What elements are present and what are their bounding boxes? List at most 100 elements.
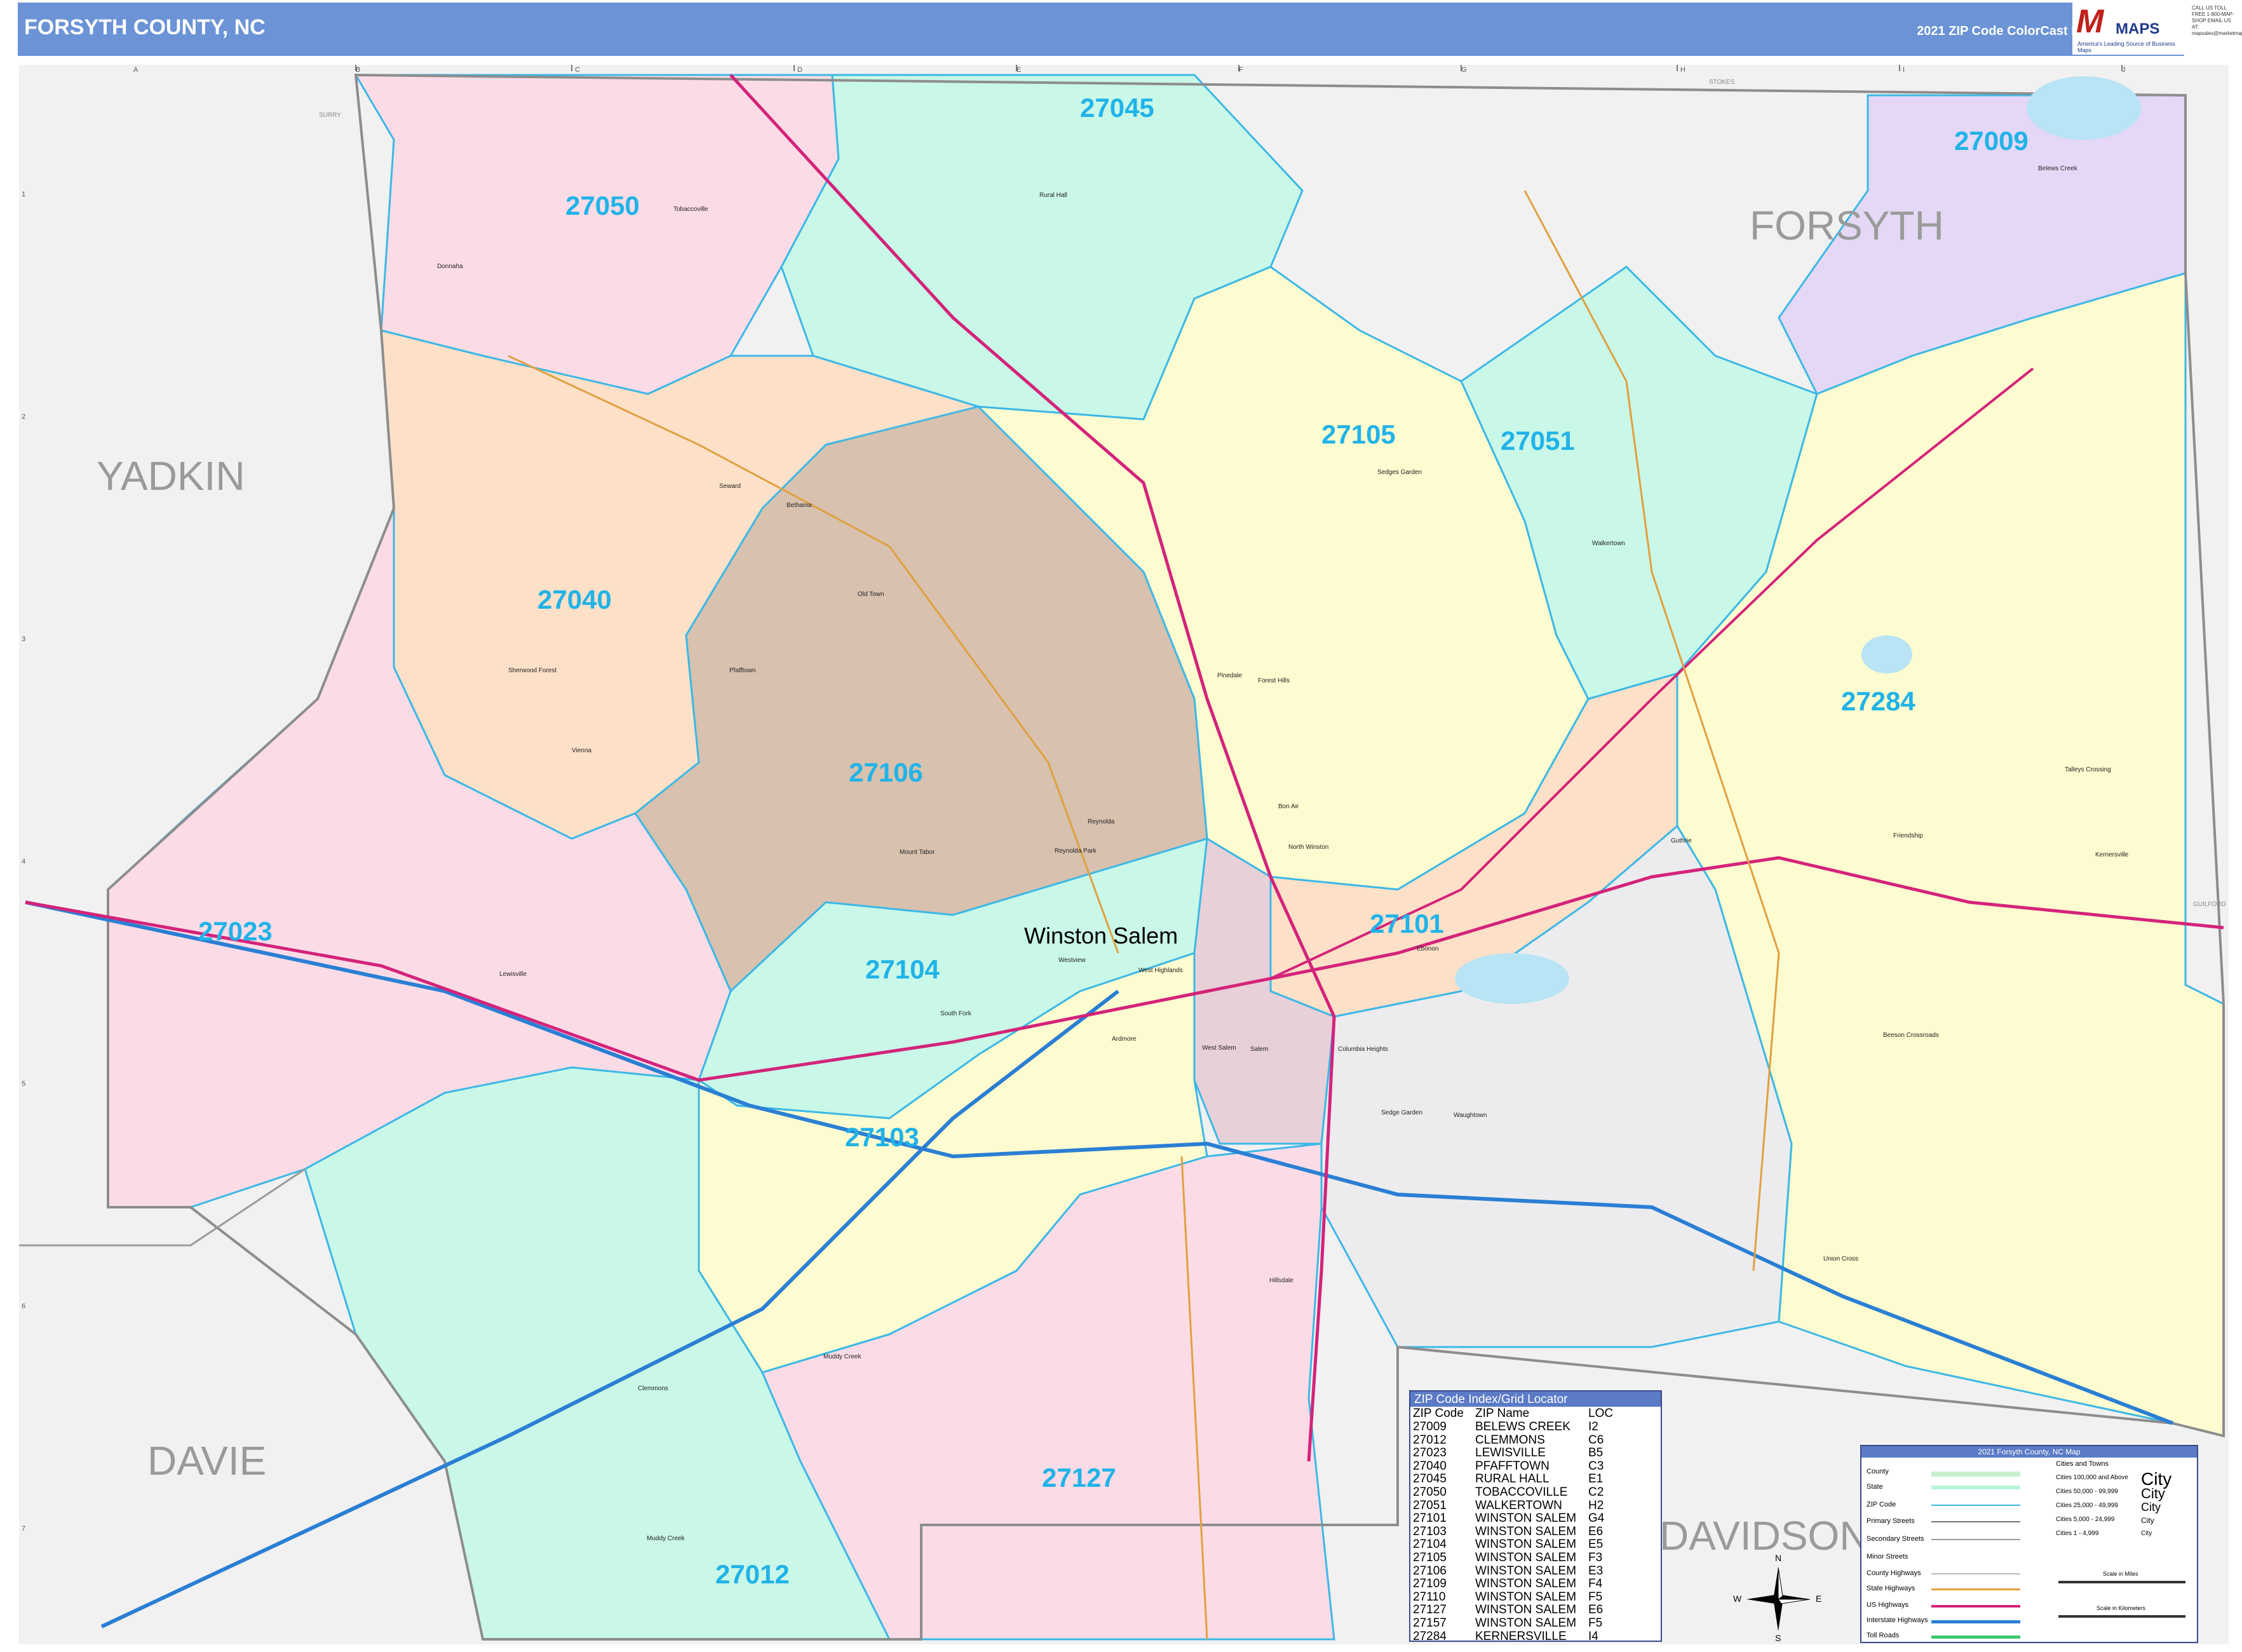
legend-item-secondary: Secondary Streets xyxy=(1867,1535,1924,1543)
place-label: Kernersville xyxy=(2095,851,2129,858)
grid-row-label: 4 xyxy=(22,858,26,865)
index-name: CLEMMONS xyxy=(1475,1433,1545,1447)
index-row: 27104 WINSTON SALEM E5 xyxy=(1410,1538,1661,1552)
index-zip: 27009 xyxy=(1413,1420,1447,1433)
index-name: BELEWS CREEK xyxy=(1475,1420,1570,1433)
place-label: Union Cross xyxy=(1823,1256,1859,1263)
legend-item-primary: Primary Streets xyxy=(1867,1517,1915,1525)
index-zip: 27106 xyxy=(1413,1564,1447,1578)
index-zip: 27109 xyxy=(1413,1577,1447,1591)
place-label: Donnaha xyxy=(437,263,463,270)
place-label: Walkertown xyxy=(1592,540,1625,547)
compass-e: E xyxy=(1816,1594,1822,1604)
place-label: Beeson Crossroads xyxy=(1883,1032,1939,1039)
place-label: Ebonon xyxy=(1417,945,1439,952)
index-row: 27050 TOBACCOVILLE C2 xyxy=(1410,1486,1661,1500)
grid-row-label: 7 xyxy=(22,1525,26,1533)
index-loc: C3 xyxy=(1588,1459,1604,1473)
lake-salem xyxy=(1455,953,1569,1004)
index-name: RURAL HALL xyxy=(1475,1472,1550,1486)
zip-index-table: ZIP Code Index/Grid Locator ZIP Code ZIP… xyxy=(1409,1390,1662,1642)
legend-line-interstate xyxy=(1931,1620,2020,1623)
index-zip: 27157 xyxy=(1413,1616,1447,1630)
county-label-guilford: GUILFORD xyxy=(2193,901,2226,908)
index-zip: 27103 xyxy=(1413,1524,1447,1538)
index-name: LEWISVILLE xyxy=(1475,1446,1546,1460)
grid-row-label: 5 xyxy=(22,1080,26,1088)
legend-scale-bar-miles xyxy=(2058,1581,2185,1583)
grid-col-label: B xyxy=(356,66,361,74)
index-loc: E6 xyxy=(1588,1603,1604,1617)
index-name: WINSTON SALEM xyxy=(1475,1603,1577,1617)
place-label: Lewisville xyxy=(499,971,527,978)
zip-label-27105: 27105 xyxy=(1321,419,1396,449)
grid-row-label: 6 xyxy=(22,1303,26,1310)
index-loc: C2 xyxy=(1588,1485,1604,1499)
index-name: WINSTON SALEM xyxy=(1475,1577,1577,1591)
legend-line-secondary xyxy=(1931,1539,2020,1540)
legend-tier-5: Cities 1 - 4,999 xyxy=(2056,1530,2099,1537)
index-row: 27023 LEWISVILLE B5 xyxy=(1410,1447,1661,1460)
index-name: TOBACCOVILLE xyxy=(1475,1485,1568,1499)
map-legend: 2021 Forsyth County, NC Map Cities and T… xyxy=(1860,1445,2198,1643)
place-label: Sherwood Forest xyxy=(508,667,557,674)
zip-label-27101: 27101 xyxy=(1370,909,1444,938)
place-label: Clemmons xyxy=(638,1385,668,1392)
place-label: Bethania xyxy=(787,502,812,509)
place-label: North Winston xyxy=(1288,844,1329,851)
legend-tier-3: Cities 25,000 - 49,999 xyxy=(2056,1502,2118,1509)
index-zip: 27105 xyxy=(1413,1550,1447,1564)
index-header-row: ZIP Code ZIP Name LOC xyxy=(1410,1407,1661,1421)
index-zip: 27012 xyxy=(1413,1433,1447,1447)
lake-belews xyxy=(2027,76,2141,140)
place-label: West Highlands xyxy=(1138,967,1183,974)
legend-item-minor: Minor Streets xyxy=(1867,1553,1908,1561)
index-name: WINSTON SALEM xyxy=(1475,1524,1577,1538)
legend-line-state xyxy=(1931,1486,2020,1489)
index-zip: 27127 xyxy=(1413,1603,1447,1617)
legend-title: 2021 Forsyth County, NC Map xyxy=(1861,1446,2197,1458)
grid-row-label: 3 xyxy=(22,635,26,643)
grid-row-label: 1 xyxy=(22,191,26,198)
zip-label-27045: 27045 xyxy=(1080,93,1154,123)
index-header-zip: ZIP Code xyxy=(1413,1407,1464,1420)
legend-item-state-hwy: State Highways xyxy=(1867,1585,1915,1592)
place-label: Muddy Creek xyxy=(823,1353,861,1360)
index-name: WINSTON SALEM xyxy=(1475,1512,1577,1526)
legend-scale-miles: Scale in Miles xyxy=(2103,1571,2138,1577)
place-label: Westview xyxy=(1058,957,1086,964)
place-label: Pinedale xyxy=(1217,672,1242,679)
county-label-davie: DAVIE xyxy=(147,1438,267,1484)
legend-line-state-hwy xyxy=(1931,1588,2020,1590)
place-label: Old Town xyxy=(858,591,884,598)
index-name: WINSTON SALEM xyxy=(1475,1616,1577,1630)
index-loc: E6 xyxy=(1588,1524,1604,1538)
place-label: Friendship xyxy=(1893,832,1923,839)
legend-item-state: State xyxy=(1867,1483,1883,1491)
grid-row-label: 2 xyxy=(22,413,26,421)
legend-sample-5: City xyxy=(2141,1530,2152,1537)
legend-sample-2: City xyxy=(2141,1486,2165,1501)
index-header-loc: LOC xyxy=(1588,1407,1614,1420)
grid-col-label: C xyxy=(575,66,580,74)
index-name: WINSTON SALEM xyxy=(1475,1564,1577,1578)
county-label-surry: SURRY xyxy=(319,112,341,119)
zip-label-27040: 27040 xyxy=(537,585,612,614)
index-zip: 27101 xyxy=(1413,1512,1447,1526)
legend-line-us-hwy xyxy=(1931,1605,2020,1608)
city-label-winston-salem: Winston Salem xyxy=(1024,923,1178,949)
index-loc: F4 xyxy=(1588,1577,1603,1591)
place-label: Ardmore xyxy=(1112,1036,1137,1043)
index-loc: E1 xyxy=(1588,1472,1604,1486)
index-loc: F5 xyxy=(1588,1590,1603,1604)
index-loc: I2 xyxy=(1588,1420,1598,1433)
index-loc: F3 xyxy=(1588,1550,1603,1564)
legend-tier-2: Cities 50,000 - 99,999 xyxy=(2056,1488,2118,1495)
compass-w: W xyxy=(1733,1594,1742,1604)
legend-line-toll xyxy=(1931,1635,2020,1639)
lake-winston xyxy=(1861,635,1912,674)
place-label: Pfafftown xyxy=(729,667,756,674)
index-row: 27045 RURAL HALL E1 xyxy=(1410,1473,1661,1486)
legend-item-zip: ZIP Code xyxy=(1867,1501,1896,1508)
index-name: PFAFFTOWN xyxy=(1475,1459,1550,1473)
